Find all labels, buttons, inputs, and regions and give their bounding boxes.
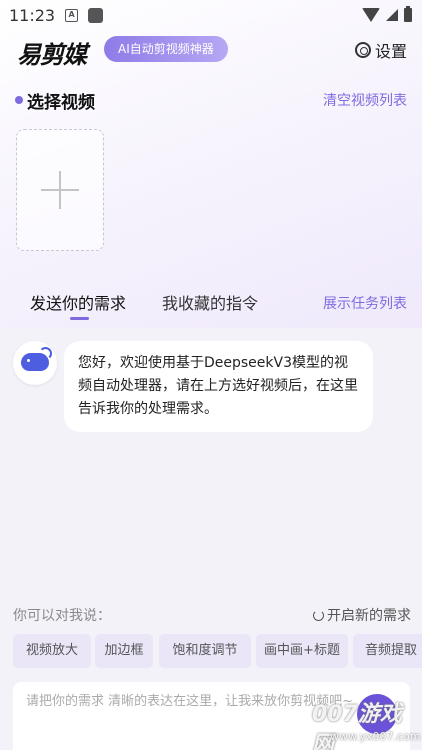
bot-message: 您好，欢迎使用基于DeepseekV3模型的视频自动处理器，请在上方选好视频后，… <box>64 341 373 432</box>
app-header: 易剪媒 AI自动剪视频神器 设置 <box>0 34 422 69</box>
suggestion-chips: 视频放大 加边框 饱和度调节 画中画+标题 音频提取 <box>13 634 422 668</box>
ai-badge: AI自动剪视频神器 <box>104 36 228 62</box>
clear-video-list-button[interactable]: 清空视频列表 <box>323 90 407 110</box>
status-bar: 11:23 A <box>0 0 422 30</box>
chip-pip-title[interactable]: 画中画+标题 <box>256 634 348 668</box>
status-time: 11:23 <box>9 5 56 25</box>
settings-button[interactable]: 设置 <box>354 38 407 62</box>
whale-icon <box>21 347 52 371</box>
chip-add-border[interactable]: 加边框 <box>95 634 153 668</box>
tab-bar: 发送你的需求 我收藏的指令 展示任务列表 <box>0 290 422 320</box>
suggestion-hint: 你可以对我说： <box>13 608 111 624</box>
settings-label: 设置 <box>374 42 407 61</box>
plus-icon-vertical <box>59 171 61 209</box>
add-video-button[interactable] <box>16 129 104 251</box>
active-tab-indicator <box>70 317 89 320</box>
chip-audio-extract[interactable]: 音频提取 <box>353 634 422 668</box>
chip-saturation[interactable]: 饱和度调节 <box>159 634 251 668</box>
tab-favorite-commands[interactable]: 我收藏的指令 <box>162 290 258 314</box>
refresh-icon <box>313 609 324 621</box>
notification-a-icon: A <box>65 8 79 22</box>
request-input[interactable]: 请把你的需求 清晰的表达在这里，让我来放你剪视频吧~ <box>26 692 356 711</box>
cellular-signal-icon <box>386 9 398 21</box>
start-new-request-label: 开启新的需求 <box>327 608 411 624</box>
wifi-icon <box>362 8 380 22</box>
section-title: 选择视频 <box>27 93 95 113</box>
watermark-url: www.yx007.com <box>330 730 421 743</box>
app-logo: 易剪媒 <box>17 41 87 69</box>
tab-send-request[interactable]: 发送你的需求 <box>30 290 126 314</box>
video-section-header: 选择视频 清空视频列表 <box>15 88 407 113</box>
show-task-list-button[interactable]: 展示任务列表 <box>323 293 407 313</box>
chip-video-upscale[interactable]: 视频放大 <box>13 634 91 668</box>
start-new-request-button[interactable]: 开启新的需求 <box>313 605 411 625</box>
gear-icon <box>354 42 371 58</box>
suggestion-header: 你可以对我说： 开启新的需求 <box>13 605 411 625</box>
battery-icon <box>404 6 412 22</box>
section-dot-icon <box>15 96 23 104</box>
bot-avatar <box>13 341 57 385</box>
notification-square-icon <box>88 7 104 23</box>
